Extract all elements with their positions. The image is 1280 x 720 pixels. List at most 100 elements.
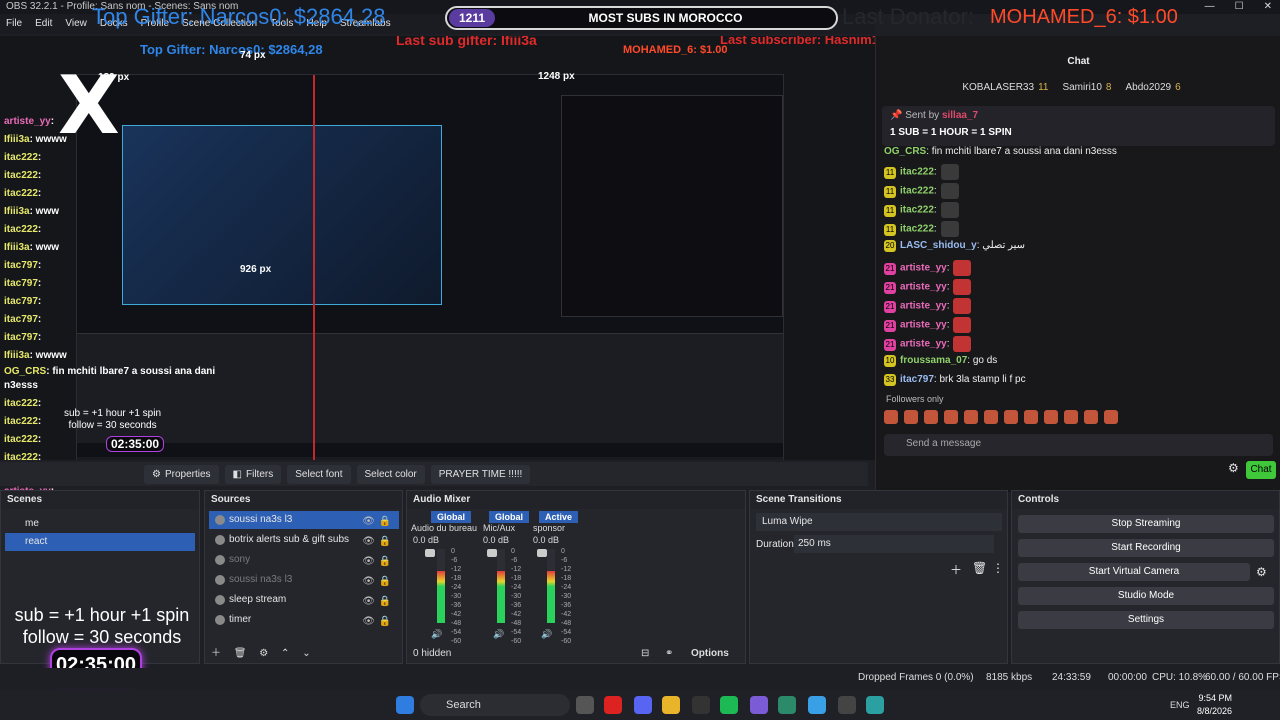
emote-icon[interactable] [1004, 410, 1018, 424]
visibility-icon[interactable]: 👁 [362, 553, 375, 571]
trash-icon[interactable]: 🗑 [972, 561, 987, 575]
chat-send-button[interactable]: Chat [1246, 461, 1276, 479]
channel-mic[interactable]: Mic/Aux [483, 523, 515, 533]
source-item[interactable]: soussi na3s l3 👁 🔒 [209, 571, 399, 589]
chat-message[interactable]: 21 artiste_yy: [884, 298, 972, 314]
studio-mode-button[interactable]: Studio Mode [1018, 587, 1274, 605]
lock-icon[interactable]: 🔒 [379, 613, 391, 631]
top-chatter[interactable]: Samiri10 8 [1062, 82, 1111, 93]
chat-username[interactable]: itac222 [900, 205, 934, 216]
chat-username[interactable]: itac222 [900, 167, 934, 178]
more-icon[interactable]: ⋮ [992, 561, 1004, 575]
scene-item[interactable]: me [5, 515, 195, 533]
taskbar-clock[interactable]: 9:54 PM 8/8/2026 [1197, 692, 1232, 718]
start-recording-button[interactable]: Start Recording [1018, 539, 1274, 557]
lock-icon[interactable]: 🔒 [379, 533, 391, 551]
chat-message[interactable]: 33 itac797: brk 3la stamp li f pc [884, 374, 1026, 386]
chat-message[interactable]: 20 LASC_shidou_y: سير تصلي [884, 240, 1025, 252]
app-icon[interactable] [778, 696, 796, 714]
transition-select[interactable]: Luma Wipe [756, 513, 1002, 531]
chat-message[interactable]: 10 froussama_07: go ds [884, 355, 997, 367]
close-icon[interactable]: ✕ [1264, 0, 1272, 14]
visibility-icon[interactable]: 👁 [362, 513, 375, 531]
chat-message[interactable]: 21 artiste_yy: [884, 317, 972, 333]
visibility-icon[interactable]: 👁 [362, 573, 375, 591]
emote-icon[interactable] [1044, 410, 1058, 424]
emote-icon[interactable] [1084, 410, 1098, 424]
chat-username[interactable]: LASC_shidou_y [900, 240, 977, 251]
stop-streaming-button[interactable]: Stop Streaming [1018, 515, 1274, 533]
emote-icon[interactable] [1024, 410, 1038, 424]
chat-message[interactable]: 11 itac222: [884, 164, 959, 180]
chat-message[interactable]: 21 artiste_yy: [884, 260, 972, 276]
settings-button[interactable]: Settings [1018, 611, 1274, 629]
speaker-icon[interactable]: 🔊 [541, 629, 552, 640]
folder-icon[interactable] [662, 696, 680, 714]
chat-message[interactable]: 11 itac222: [884, 202, 959, 218]
chat-username[interactable]: artiste_yy [900, 339, 947, 350]
source-item[interactable]: soussi na3s l3 👁 🔒 [209, 511, 399, 529]
menu-edit[interactable]: Edit [35, 14, 52, 34]
chat-message[interactable]: 21 artiste_yy: [884, 336, 972, 352]
select-font-button[interactable]: Select font [287, 464, 351, 484]
chat-username[interactable]: artiste_yy [900, 263, 947, 274]
spotify-icon[interactable] [720, 696, 738, 714]
gear-icon[interactable]: ⚙ [1256, 565, 1267, 579]
lock-icon[interactable]: 🔒 [379, 513, 391, 531]
text-value[interactable]: PRAYER TIME !!!!! [430, 464, 531, 484]
lock-icon[interactable]: 🔒 [379, 593, 391, 611]
chat-username[interactable]: artiste_yy [900, 282, 947, 293]
chat-username[interactable]: froussama_07 [900, 355, 967, 366]
obs-icon[interactable] [692, 696, 710, 714]
language-indicator[interactable]: ENG [1170, 700, 1190, 710]
emote-icon[interactable] [1104, 410, 1118, 424]
up-icon[interactable]: ⌃ [281, 648, 289, 659]
menu-file[interactable]: File [6, 14, 22, 34]
options-button[interactable]: Options [691, 645, 729, 663]
source-item[interactable]: botrix alerts sub & gift subs 👁 🔒 [209, 531, 399, 549]
chat-username[interactable]: itac222 [900, 224, 934, 235]
chat-message[interactable]: OG_CRS: fin mchiti lbare7 a soussi ana d… [884, 146, 1117, 157]
start-virtual-camera-button[interactable]: Start Virtual Camera [1018, 563, 1250, 581]
filters-button[interactable]: ◧ Filters [224, 464, 282, 484]
chat-username[interactable]: itac222 [900, 186, 934, 197]
speaker-icon[interactable]: 🔊 [431, 629, 442, 640]
source-item[interactable]: sony 👁 🔒 [209, 551, 399, 569]
top-chatter[interactable]: KOBALASER33 11 [962, 82, 1048, 93]
gear-icon[interactable]: ⚙ [1228, 461, 1239, 475]
visibility-icon[interactable]: 👁 [362, 533, 375, 551]
chat-username[interactable]: OG_CRS [884, 146, 926, 157]
emote-icon[interactable] [1064, 410, 1078, 424]
volume-fader[interactable] [487, 549, 497, 557]
volume-fader[interactable] [537, 549, 547, 557]
emote-icon[interactable] [904, 410, 918, 424]
gear-icon[interactable]: ⚙ [259, 648, 268, 659]
layout-icon[interactable]: ⊟ [641, 645, 649, 663]
chat-username[interactable]: itac797 [900, 374, 934, 385]
maximize-icon[interactable]: ☐ [1235, 0, 1244, 14]
lock-icon[interactable]: 🔒 [379, 573, 391, 591]
windows-start-icon[interactable] [396, 696, 414, 714]
emote-icon[interactable] [964, 410, 978, 424]
emote-icon[interactable] [924, 410, 938, 424]
emote-icon[interactable] [984, 410, 998, 424]
pinned-message[interactable]: 📌 Sent by sillaa_7 1 SUB = 1 HOUR = 1 SP… [882, 106, 1275, 146]
source-item[interactable]: sleep stream 👁 🔒 [209, 591, 399, 609]
top-chatter[interactable]: Abdo2029 6 [1125, 82, 1180, 93]
minimize-icon[interactable]: — [1205, 0, 1215, 14]
add-icon[interactable]: ＋ [950, 561, 962, 578]
down-icon[interactable]: ⌄ [302, 648, 310, 659]
volume-fader[interactable] [425, 549, 435, 557]
trash-icon[interactable]: 🗑 [234, 648, 247, 659]
discord-icon[interactable] [634, 696, 652, 714]
visibility-icon[interactable]: 👁 [362, 593, 375, 611]
duration-input[interactable]: 250 ms [794, 535, 994, 553]
app-icon[interactable] [838, 696, 856, 714]
chat-message[interactable]: 11 itac222: [884, 221, 959, 237]
scene-item[interactable]: react [5, 533, 195, 551]
speaker-icon[interactable]: 🔊 [493, 629, 504, 640]
chat-message[interactable]: 11 itac222: [884, 183, 959, 199]
add-icon[interactable]: ＋ [211, 648, 221, 659]
source-item[interactable]: timer 👁 🔒 [209, 611, 399, 629]
chat-username[interactable]: artiste_yy [900, 320, 947, 331]
